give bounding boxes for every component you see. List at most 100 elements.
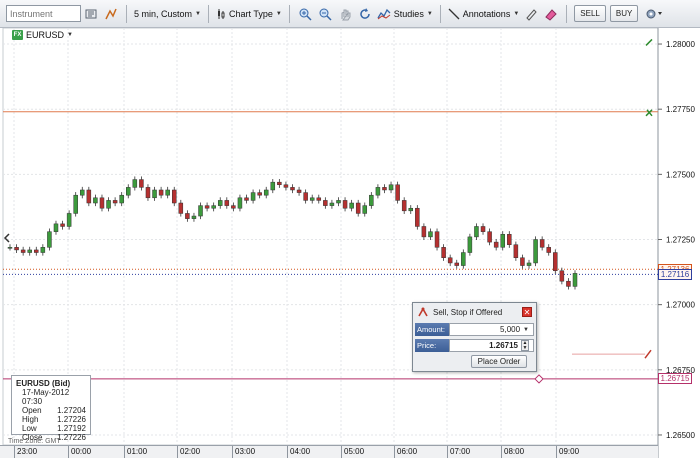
toolbar-separator: [207, 4, 209, 23]
candle-body: [139, 179, 144, 188]
ohlc-datetime: 17-May-2012 07:30: [22, 388, 70, 406]
watchlist-icon[interactable]: [83, 6, 99, 22]
eraser-icon[interactable]: [543, 6, 559, 22]
time-tick-label: 06:00: [397, 447, 418, 456]
candle-body: [244, 197, 249, 201]
candle-body: [106, 200, 111, 209]
time-tick-mark: [501, 446, 502, 458]
candle-body: [493, 241, 499, 248]
candle-body: [553, 252, 558, 272]
time-tick-mark: [177, 446, 178, 458]
time-tick-label: 05:00: [344, 447, 365, 456]
candle-body: [204, 205, 210, 209]
close-icon[interactable]: ✕: [522, 307, 532, 317]
amount-value: 5,000: [500, 325, 521, 334]
candle-body: [382, 187, 387, 191]
candle-body: [408, 207, 414, 212]
time-tick-mark: [232, 446, 233, 458]
time-tick-mark: [287, 446, 288, 458]
candle-body: [461, 252, 466, 266]
price-stepper[interactable]: ▲ ▼: [521, 340, 529, 351]
candle-body: [434, 231, 440, 248]
ohlc-value: 1.27192: [57, 424, 86, 433]
toolbar-separator: [288, 4, 290, 23]
toolbar-separator: [566, 4, 568, 23]
candle-body: [237, 197, 243, 209]
ohlc-label: Low: [22, 424, 37, 433]
candle-body: [421, 226, 427, 238]
candle-body: [27, 249, 32, 253]
candle-body: [47, 231, 52, 248]
chevron-down-icon: ▼: [67, 32, 73, 38]
price-tick-label: 1.28000: [666, 40, 695, 49]
toolbar-separator: [439, 4, 441, 23]
chart-canvas[interactable]: 1.28000 1.27750 1.27500 1.27250 1.27000 1.267…: [0, 28, 700, 458]
candle-body: [480, 226, 486, 232]
candle-body: [93, 197, 98, 204]
candle-body: [99, 197, 105, 209]
candle-body: [520, 257, 525, 266]
time-tick-label: 02:00: [180, 447, 201, 456]
candle-body: [20, 249, 26, 253]
reset-icon[interactable]: [357, 6, 373, 22]
settings-gear-icon[interactable]: [642, 6, 666, 22]
time-tick-mark: [124, 446, 125, 458]
place-order-button[interactable]: Place Order: [471, 355, 527, 368]
studies-dropdown[interactable]: Studies ▼: [375, 8, 435, 20]
chart-toolbar: 5 min, Custom▼ Chart Type▼ Studies▼ Anno…: [0, 0, 700, 28]
time-tick-label: 07:00: [450, 447, 471, 456]
candle-body: [145, 187, 151, 199]
time-tick-label: 03:00: [235, 447, 256, 456]
candle-body: [86, 189, 92, 204]
candle-body: [500, 234, 505, 248]
candle-body: [178, 202, 184, 214]
sell-button[interactable]: SELL: [574, 5, 606, 22]
candle-body: [323, 200, 328, 206]
time-tick-label: 04:00: [290, 447, 311, 456]
price-input[interactable]: 1.26715 ▲ ▼: [449, 339, 534, 352]
chart-type-dropdown[interactable]: Chart Type ▼: [214, 8, 284, 20]
symbol-selector[interactable]: FX EURUSD ▼: [12, 30, 73, 40]
candle-body: [454, 262, 459, 266]
pencil-icon[interactable]: [523, 6, 539, 22]
annotations-dropdown[interactable]: Annotations ▼: [446, 8, 522, 20]
buy-button[interactable]: BUY: [609, 5, 639, 22]
price-value: 1.26715: [489, 341, 518, 350]
candle-body: [73, 194, 78, 214]
candle-body: [112, 200, 118, 204]
ohlc-value: 1.27204: [57, 406, 86, 415]
candle-body: [217, 200, 223, 206]
time-tick-mark: [341, 446, 342, 458]
price-tag: 1.27116: [658, 268, 692, 280]
candle-body: [309, 197, 315, 201]
period-dropdown[interactable]: 5 min, Custom ▼: [132, 9, 203, 19]
candle-body: [388, 184, 394, 191]
instrument-input[interactable]: [6, 5, 81, 22]
ohlc-row: Low 1.27192: [16, 424, 86, 433]
pan-icon[interactable]: [337, 6, 353, 22]
order-dialog[interactable]: Sell, Stop if Offered ✕ Amount: 5,000 ▼ P…: [412, 302, 537, 372]
studies-icon: [377, 8, 391, 19]
symbol-name: EURUSD: [26, 30, 65, 40]
candle-body: [40, 247, 46, 253]
order-dialog-header[interactable]: Sell, Stop if Offered ✕: [413, 303, 536, 321]
studies-label: Studies: [393, 8, 424, 19]
candle-body: [401, 200, 407, 212]
time-axis[interactable]: 23:00 00:00 01:00 02:00 03:00 04:00 05:00 06:00…: [0, 445, 658, 458]
candle-body: [395, 184, 400, 201]
ohlc-label: Open: [22, 406, 42, 415]
chevron-down-icon: ▼: [523, 326, 529, 333]
candle-body: [572, 273, 578, 287]
candle-body: [296, 189, 302, 193]
price-label: Price:: [415, 339, 449, 352]
amount-select[interactable]: 5,000 ▼: [449, 323, 534, 336]
period-icon[interactable]: [103, 6, 119, 22]
toolbar-separator: [126, 4, 127, 23]
price-chart[interactable]: 1.28000 1.27750 1.27500 1.27250 1.27000 1.267…: [0, 28, 700, 458]
candle-body: [7, 247, 13, 249]
candle-body: [533, 239, 538, 264]
zoom-out-icon[interactable]: [317, 6, 333, 22]
ohlc-row: High 1.27226: [16, 415, 86, 424]
zoom-in-icon[interactable]: [297, 6, 313, 22]
candle-body: [349, 202, 354, 209]
